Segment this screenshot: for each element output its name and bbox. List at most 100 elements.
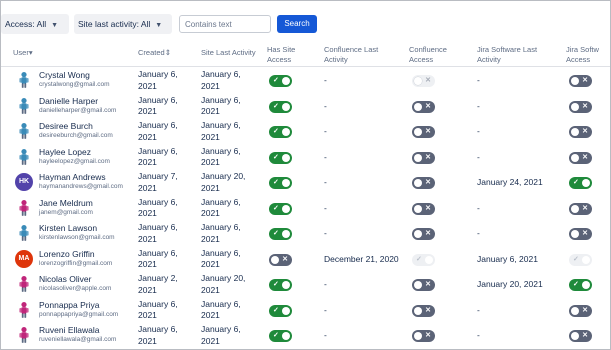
column-header-jira-software-access: Jira Softw Access <box>566 45 599 64</box>
confluence-access-toggle[interactable]: ✕ <box>412 202 435 215</box>
table-row[interactable]: Desiree Burch desireeburch@gmail.com Janua… <box>1 119 610 145</box>
toggle-knob <box>271 255 279 264</box>
avatar-figure-icon <box>15 97 33 115</box>
check-icon: ✓ <box>573 179 579 186</box>
column-header-created[interactable]: Created⇕ <box>138 48 171 58</box>
jira-software-access-toggle[interactable]: ✕ <box>569 228 592 240</box>
access-filter-dropdown[interactable]: Access: All ▼ <box>1 14 69 34</box>
avatar-figure-icon <box>15 71 33 89</box>
confluence-access-toggle[interactable]: ✕ <box>412 177 435 189</box>
has-site-access-toggle[interactable]: ✕ <box>269 253 292 266</box>
user-name[interactable]: Crystal Wong <box>39 70 90 80</box>
confluence-access-toggle[interactable]: ✕ <box>412 279 435 291</box>
user-email: kirstenlawson@gmail.com <box>39 234 115 241</box>
table-row[interactable]: Danielle Harper danielleharper@gmail.com J… <box>1 94 610 120</box>
check-icon: ✓ <box>416 255 422 263</box>
column-header-site-last-activity[interactable]: Site Last Activity <box>201 48 256 58</box>
jira-software-access-toggle[interactable]: ✕ <box>569 151 592 164</box>
confluence-access-toggle[interactable]: ✕ <box>412 151 435 164</box>
search-button[interactable]: Search <box>277 15 317 33</box>
has-site-access-toggle[interactable]: ✓ <box>269 228 292 240</box>
user-name[interactable]: Ruveni Ellawala <box>39 325 99 335</box>
check-icon: ✓ <box>273 128 279 135</box>
cross-icon: ✕ <box>425 77 431 84</box>
user-name[interactable]: Haylee Lopez <box>39 147 91 157</box>
user-name[interactable]: Jane Meldrum <box>39 198 93 208</box>
toggle-knob <box>414 281 422 289</box>
confluence-last-activity: - <box>324 202 327 213</box>
toggle-knob <box>282 204 290 213</box>
jira-software-access-toggle[interactable]: ✓ <box>569 177 592 189</box>
table-row[interactable]: Crystal Wong crystalwong@gmail.com January… <box>1 68 610 94</box>
user-email: hayleelopez@gmail.com <box>39 157 110 165</box>
jira-software-last-activity: - <box>477 228 480 238</box>
avatar-figure-icon <box>15 122 33 140</box>
contains-text-input[interactable] <box>179 15 271 33</box>
user-name[interactable]: Hayman Andrews <box>39 172 106 182</box>
user-name[interactable]: Desiree Burch <box>39 121 93 131</box>
created-date: January 7, 2021 <box>138 171 178 193</box>
user-name[interactable]: Danielle Harper <box>39 96 98 106</box>
confluence-access-toggle[interactable]: ✕ <box>412 126 435 138</box>
confluence-access-toggle[interactable]: ✕ <box>412 100 435 113</box>
table-row[interactable]: MA Lorenzo Griffin lorenzogriffin@gmail.co… <box>1 247 610 273</box>
toggle-knob <box>414 332 422 340</box>
confluence-last-activity: - <box>324 279 327 289</box>
confluence-last-activity: - <box>324 177 327 187</box>
has-site-access-toggle[interactable]: ✓ <box>269 202 292 215</box>
confluence-access-toggle[interactable]: ✕ <box>412 228 435 240</box>
jira-software-access-toggle[interactable]: ✕ <box>569 330 592 342</box>
has-site-access-toggle[interactable]: ✓ <box>269 330 292 342</box>
jira-software-last-activity: January 24, 2021 <box>477 177 543 187</box>
toggle-knob <box>414 204 422 213</box>
table-row[interactable]: HK Hayman Andrews haymanandrews@gmail.com J… <box>1 170 610 196</box>
column-header-confluence-last-activity[interactable]: Confluence Last Activity <box>324 45 378 65</box>
cross-icon: ✕ <box>425 230 431 237</box>
check-icon: ✓ <box>573 255 579 263</box>
jira-software-access-toggle[interactable]: ✓ <box>569 279 592 291</box>
cross-icon: ✕ <box>425 128 431 135</box>
column-header-user[interactable]: User▾ <box>13 48 33 58</box>
table-row[interactable]: Ruveni Ellawala ruveniellawala@gmail.com J… <box>1 323 610 349</box>
table-row[interactable]: Jane Meldrum janem@gmail.com January 6, 202… <box>1 196 610 222</box>
confluence-access-toggle[interactable]: ✕ <box>412 304 435 317</box>
toggle-knob <box>282 332 290 340</box>
user-name[interactable]: Nicolas Oliver <box>39 274 91 284</box>
table-row[interactable]: Ponnappa Priya ponnappapriya@gmail.com Jan… <box>1 298 610 324</box>
table-row[interactable]: Haylee Lopez hayleelopez@gmail.com January… <box>1 145 610 171</box>
user-name[interactable]: Lorenzo Griffin <box>39 249 95 259</box>
toggle-knob <box>282 102 290 111</box>
confluence-access-toggle[interactable]: ✕ <box>412 330 435 342</box>
jira-software-access-toggle[interactable]: ✕ <box>569 100 592 113</box>
jira-software-last-activity: - <box>477 100 480 111</box>
user-name[interactable]: Kirsten Lawson <box>39 223 97 233</box>
has-site-access-toggle[interactable]: ✓ <box>269 279 292 291</box>
toggle-knob <box>582 281 590 289</box>
has-site-access-toggle[interactable]: ✓ <box>269 126 292 138</box>
confluence-last-activity: - <box>324 228 327 238</box>
site-last-activity-filter-dropdown[interactable]: Site last activity: All ▼ <box>74 14 172 34</box>
jira-software-access-toggle[interactable]: ✕ <box>569 202 592 215</box>
cross-icon: ✕ <box>582 153 588 161</box>
toggle-knob <box>414 128 422 136</box>
has-site-access-toggle[interactable]: ✓ <box>269 151 292 164</box>
user-name[interactable]: Ponnappa Priya <box>39 300 100 310</box>
check-icon: ✓ <box>273 153 279 161</box>
column-header-confluence-access: Confluence Access <box>409 45 447 64</box>
toggle-knob <box>571 77 579 85</box>
has-site-access-toggle[interactable]: ✓ <box>269 75 292 87</box>
check-icon: ✓ <box>273 230 279 237</box>
jira-software-access-toggle[interactable]: ✕ <box>569 304 592 317</box>
table-row[interactable]: Kirsten Lawson kirstenlawson@gmail.com Jan… <box>1 221 610 247</box>
table-row[interactable]: Nicolas Oliver nicolasoliver@apple.com Jan… <box>1 272 610 298</box>
jira-software-access-toggle[interactable]: ✕ <box>569 126 592 138</box>
has-site-access-toggle[interactable]: ✓ <box>269 177 292 189</box>
toggle-knob <box>582 179 590 187</box>
has-site-access-toggle[interactable]: ✓ <box>269 100 292 113</box>
has-site-access-toggle[interactable]: ✓ <box>269 304 292 317</box>
filter-bar: Access: All ▼ Site last activity: All ▼ Se… <box>1 14 610 34</box>
confluence-last-activity: - <box>324 126 327 136</box>
column-header-jira-software-last-activity[interactable]: Jira Software Last Activity <box>477 45 537 65</box>
jira-software-last-activity: January 6, 2021 <box>477 253 538 264</box>
jira-software-access-toggle[interactable]: ✕ <box>569 75 592 87</box>
